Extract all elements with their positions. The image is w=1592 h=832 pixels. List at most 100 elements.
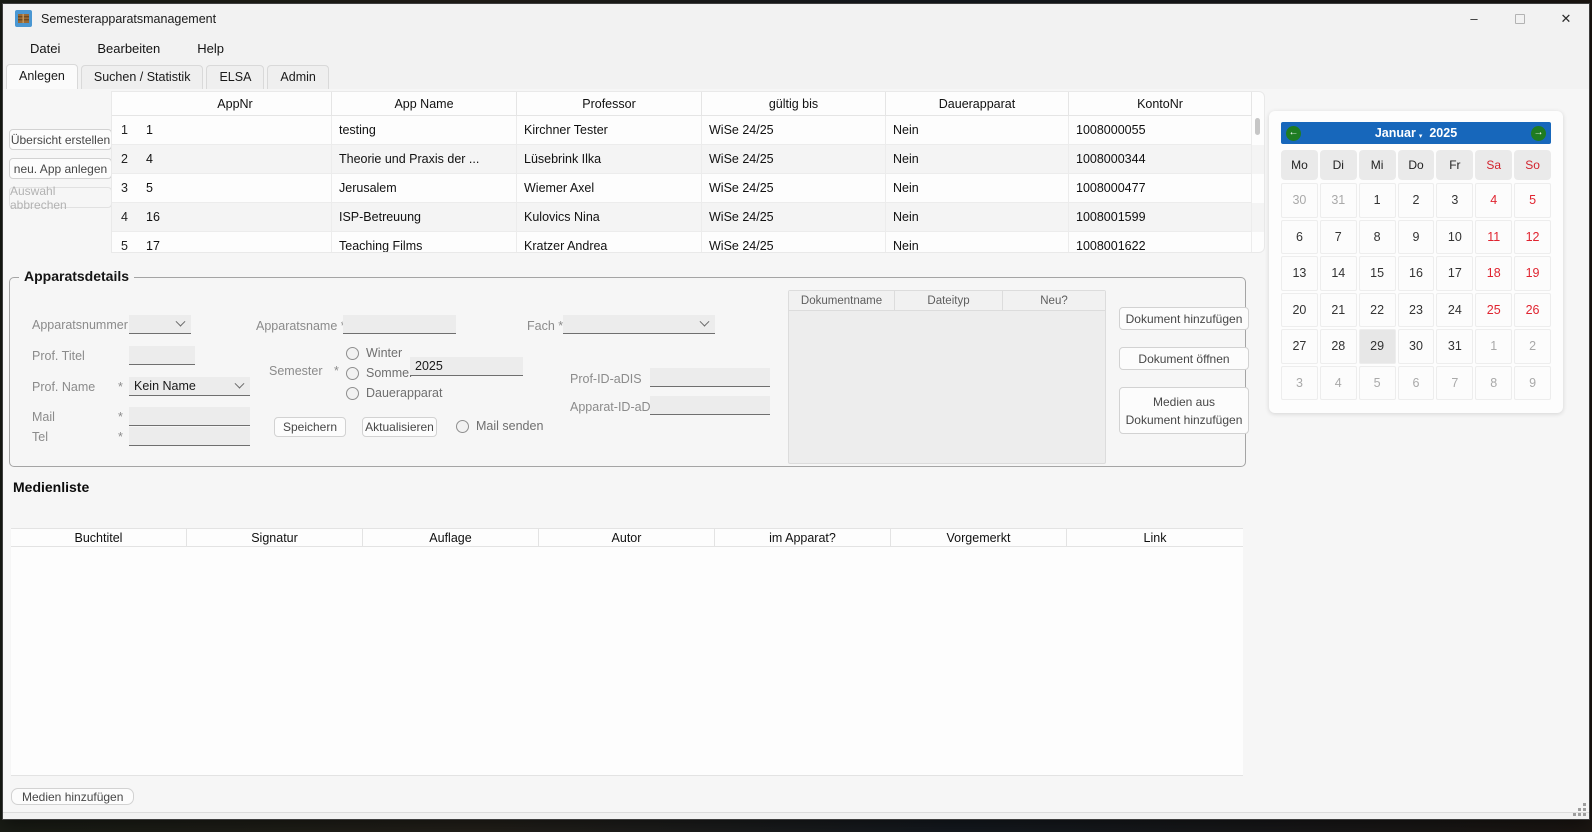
calendar-day[interactable]: 30 — [1281, 183, 1318, 218]
prof-titel-field[interactable] — [129, 346, 195, 365]
resize-grip[interactable] — [1572, 802, 1586, 816]
close-button[interactable]: ✕ — [1543, 4, 1589, 33]
dokument-oeffnen-button[interactable]: Dokument öffnen — [1119, 347, 1249, 370]
calendar-day[interactable]: 14 — [1320, 256, 1357, 291]
calendar-day[interactable]: 1 — [1475, 329, 1512, 364]
scrollbar-thumb[interactable] — [1255, 118, 1260, 135]
calendar-day[interactable]: 10 — [1436, 220, 1473, 255]
calendar-day[interactable]: 12 — [1514, 220, 1551, 255]
uebersicht-erstellen-button[interactable]: Übersicht erstellen — [9, 129, 112, 150]
table-row[interactable]: 2 4 Theorie und Praxis der ... Lüsebrink… — [112, 145, 1264, 174]
calendar-day-today[interactable]: 29 — [1359, 329, 1396, 364]
radio-dauerapparat[interactable]: Dauerapparat — [346, 386, 442, 400]
table-row[interactable]: 5 17 Teaching Films Kratzer Andrea WiSe … — [112, 232, 1264, 253]
speichern-button[interactable]: Speichern — [274, 417, 346, 437]
calendar-day[interactable]: 31 — [1436, 329, 1473, 364]
calendar-day[interactable]: 11 — [1475, 220, 1512, 255]
prof-id-adis-field[interactable] — [650, 368, 770, 387]
table-row[interactable]: 1 1 testing Kirchner Tester WiSe 24/25 N… — [112, 116, 1264, 145]
column-header-professor[interactable]: Professor — [517, 92, 702, 116]
calendar-prev-button[interactable]: ← — [1286, 126, 1301, 141]
apparatsnummer-select[interactable] — [129, 315, 191, 334]
column-header-dateityp[interactable]: Dateityp — [895, 291, 1003, 310]
calendar-day[interactable]: 5 — [1514, 183, 1551, 218]
calendar-day[interactable]: 6 — [1281, 220, 1318, 255]
calendar-day[interactable]: 5 — [1359, 366, 1396, 401]
calendar-day[interactable]: 17 — [1436, 256, 1473, 291]
calendar-day[interactable]: 3 — [1436, 183, 1473, 218]
medien-hinzufuegen-button[interactable]: Medien hinzufügen — [11, 788, 134, 805]
calendar-day[interactable]: 2 — [1514, 329, 1551, 364]
auswahl-abbrechen-button[interactable]: Auswahl abbrechen — [9, 187, 112, 208]
apparatsname-field[interactable] — [343, 315, 456, 334]
tel-field[interactable] — [129, 427, 250, 446]
calendar-day[interactable]: 7 — [1436, 366, 1473, 401]
column-header-app-name[interactable]: App Name — [332, 92, 517, 116]
calendar-day[interactable]: 26 — [1514, 293, 1551, 328]
column-header-gueltig-bis[interactable]: gültig bis — [702, 92, 886, 116]
calendar-day[interactable]: 24 — [1436, 293, 1473, 328]
calendar-month-year[interactable]: Januar▾ 2025 — [1375, 126, 1457, 140]
calendar-day[interactable]: 18 — [1475, 256, 1512, 291]
calendar-day[interactable]: 30 — [1398, 329, 1435, 364]
tab-anlegen[interactable]: Anlegen — [6, 64, 78, 89]
calendar-next-button[interactable]: → — [1531, 126, 1546, 141]
aktualisieren-button[interactable]: Aktualisieren — [362, 417, 437, 437]
menu-bearbeiten[interactable]: Bearbeiten — [86, 38, 171, 59]
calendar-day[interactable]: 20 — [1281, 293, 1318, 328]
semester-year-field[interactable] — [410, 357, 523, 376]
calendar-day[interactable]: 19 — [1514, 256, 1551, 291]
apparat-id-adis-field[interactable] — [650, 396, 770, 415]
calendar-day[interactable]: 16 — [1398, 256, 1435, 291]
neu-app-anlegen-button[interactable]: neu. App anlegen — [9, 158, 112, 179]
calendar-day[interactable]: 8 — [1359, 220, 1396, 255]
radio-sommer[interactable]: Sommer — [346, 366, 413, 380]
column-header-auflage[interactable]: Auflage — [363, 529, 539, 546]
tab-suchen-statistik[interactable]: Suchen / Statistik — [81, 65, 204, 89]
calendar-day[interactable]: 13 — [1281, 256, 1318, 291]
column-header-dokumentname[interactable]: Dokumentname — [789, 291, 895, 310]
minimize-button[interactable]: – — [1451, 4, 1497, 33]
column-header-signatur[interactable]: Signatur — [187, 529, 363, 546]
calendar-day[interactable]: 9 — [1514, 366, 1551, 401]
column-header-buchtitel[interactable]: Buchtitel — [11, 529, 187, 546]
column-header-kontonr[interactable]: KontoNr — [1069, 92, 1252, 116]
column-header-neu[interactable]: Neu? — [1003, 291, 1105, 310]
tab-elsa[interactable]: ELSA — [206, 65, 264, 89]
calendar-day[interactable]: 28 — [1320, 329, 1357, 364]
calendar-day[interactable]: 25 — [1475, 293, 1512, 328]
calendar-day[interactable]: 9 — [1398, 220, 1435, 255]
calendar-day[interactable]: 15 — [1359, 256, 1396, 291]
radio-winter[interactable]: Winter — [346, 346, 402, 360]
calendar-day[interactable]: 2 — [1398, 183, 1435, 218]
menu-help[interactable]: Help — [186, 38, 235, 59]
medien-aus-dokument-button[interactable]: Medien aus Dokument hinzufügen — [1119, 387, 1249, 434]
mail-field[interactable] — [129, 407, 250, 426]
calendar-day[interactable]: 6 — [1398, 366, 1435, 401]
prof-name-select[interactable]: Kein Name — [129, 377, 250, 396]
calendar-day[interactable]: 21 — [1320, 293, 1357, 328]
column-header-appnr[interactable]: AppNr — [139, 92, 332, 116]
menu-datei[interactable]: Datei — [19, 38, 71, 59]
calendar-day[interactable]: 8 — [1475, 366, 1512, 401]
table-row[interactable]: 4 16 ISP-Betreuung Kulovics Nina WiSe 24… — [112, 203, 1264, 232]
fach-select[interactable] — [563, 315, 715, 334]
calendar-day[interactable]: 23 — [1398, 293, 1435, 328]
calendar-day[interactable]: 7 — [1320, 220, 1357, 255]
calendar-day[interactable]: 4 — [1320, 366, 1357, 401]
calendar-day[interactable]: 4 — [1475, 183, 1512, 218]
column-header-autor[interactable]: Autor — [539, 529, 715, 546]
table-scrollbar[interactable] — [1255, 118, 1261, 248]
column-header-link[interactable]: Link — [1067, 529, 1243, 546]
column-header-dauerapparat[interactable]: Dauerapparat — [886, 92, 1069, 116]
calendar-day[interactable]: 31 — [1320, 183, 1357, 218]
column-header-im-apparat[interactable]: im Apparat? — [715, 529, 891, 546]
calendar-day[interactable]: 27 — [1281, 329, 1318, 364]
dokument-hinzufuegen-button[interactable]: Dokument hinzufügen — [1119, 307, 1249, 330]
calendar-day[interactable]: 3 — [1281, 366, 1318, 401]
column-header-vorgemerkt[interactable]: Vorgemerkt — [891, 529, 1067, 546]
table-row[interactable]: 3 5 Jerusalem Wiemer Axel WiSe 24/25 Nei… — [112, 174, 1264, 203]
mail-senden-checkbox[interactable]: Mail senden — [456, 419, 543, 433]
maximize-button[interactable] — [1497, 4, 1543, 33]
calendar-day[interactable]: 1 — [1359, 183, 1396, 218]
